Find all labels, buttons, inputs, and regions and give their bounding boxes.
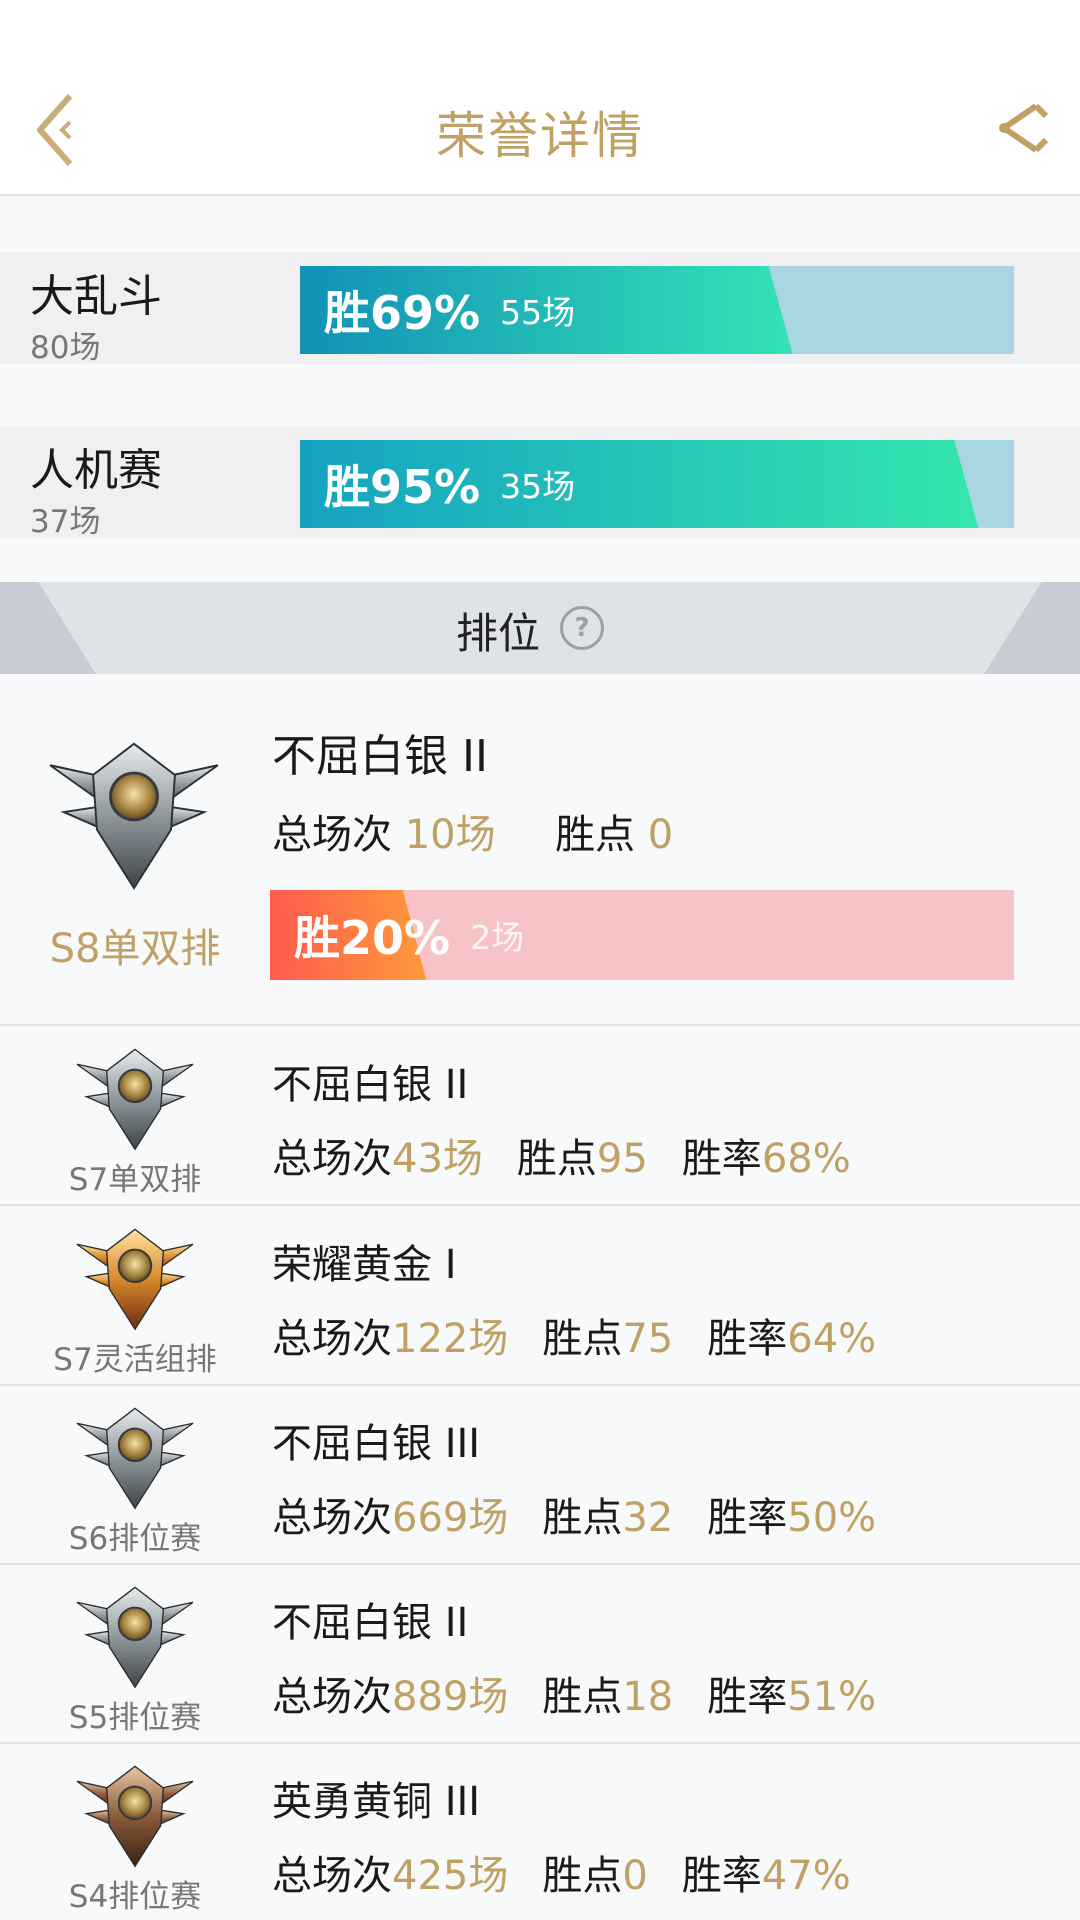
season-history-row[interactable]: S5排位赛 不屈白银 II 总场次889场 胜点18 胜率51%: [0, 1566, 1080, 1744]
win-rate-value: 68%: [761, 1136, 851, 1182]
season-label: S4排位赛: [68, 1879, 202, 1915]
season-stats: 总场次122场 胜点75 胜率64%: [272, 1306, 876, 1364]
win-rate-bar: 胜20% 2场: [270, 890, 1014, 980]
rank-tier: 荣耀黄金 I: [272, 1242, 457, 1288]
mode-total-games: 37场: [30, 504, 101, 540]
season-stats: 总场次889场 胜点18 胜率51%: [272, 1664, 876, 1722]
season-stats: 总场次425场 胜点0 胜率47%: [272, 1843, 851, 1901]
header-corner-decoration: [0, 582, 96, 674]
league-points-label: 胜点: [555, 812, 636, 858]
win-rate-label: 胜95%: [324, 460, 481, 514]
total-games-value: 10场: [404, 812, 496, 858]
league-points-value: 32: [622, 1495, 674, 1541]
silver-rank-badge-icon: [74, 1044, 196, 1152]
season-history-row[interactable]: S7灵活组排 荣耀黄金 I 总场次122场 胜点75 胜率64%: [0, 1208, 1080, 1386]
mode-total-games: 80场: [30, 330, 101, 366]
share-button[interactable]: [996, 98, 1052, 158]
app-header: 荣誉详情: [0, 62, 1080, 196]
league-points-value: 0: [647, 812, 674, 858]
league-points-value: 18: [622, 1674, 674, 1720]
mode-row-coop-vs-ai[interactable]: 人机赛 37场 胜95% 35场: [0, 426, 1080, 540]
season-history-row[interactable]: S6排位赛 不屈白银 III 总场次669场 胜点32 胜率50%: [0, 1387, 1080, 1565]
season-stats: 总场次43场 胜点95 胜率68%: [272, 1126, 851, 1184]
rank-tier: 不屈白银 II: [272, 1600, 469, 1646]
help-icon[interactable]: ?: [560, 606, 604, 650]
gold-rank-badge-icon: [74, 1224, 196, 1332]
total-games-label: 总场次: [272, 1495, 392, 1541]
rank-tier: 英勇黄铜 III: [272, 1779, 481, 1825]
season-label: S7单双排: [68, 1162, 202, 1198]
win-rate-label: 胜20%: [294, 911, 451, 965]
season-stats: 总场次 10场 胜点 0: [272, 802, 673, 860]
bronze-rank-badge-icon: [74, 1761, 196, 1869]
win-rate-bar: 胜69% 55场: [300, 266, 1014, 354]
season-label: S5排位赛: [68, 1700, 202, 1736]
total-games-label: 总场次: [272, 1316, 392, 1362]
season-stats: 总场次669场 胜点32 胜率50%: [272, 1485, 876, 1543]
league-points-label: 胜点: [542, 1674, 623, 1720]
win-rate-label: 胜率: [707, 1674, 788, 1720]
win-rate-label: 胜率: [707, 1316, 788, 1362]
total-games-value: 889场: [392, 1674, 509, 1720]
season-label: S6排位赛: [68, 1521, 202, 1557]
wins-count: 2场: [470, 918, 525, 957]
mode-row-aram[interactable]: 大乱斗 80场 胜69% 55场: [0, 252, 1080, 366]
total-games-value: 669场: [392, 1495, 509, 1541]
league-points-value: 0: [622, 1853, 648, 1899]
rank-tier: 不屈白银 II: [272, 1062, 469, 1108]
total-games-value: 122场: [392, 1316, 509, 1362]
season-label: S8单双排: [49, 926, 221, 972]
season-history-row[interactable]: S4排位赛 英勇黄铜 III 总场次425场 胜点0 胜率47%: [0, 1745, 1080, 1920]
total-games-value: 425场: [392, 1853, 509, 1899]
header-corner-decoration: [984, 582, 1080, 674]
league-points-label: 胜点: [542, 1316, 623, 1362]
rank-tier: 不屈白银 III: [272, 1421, 481, 1467]
wins-count: 55场: [500, 293, 576, 332]
league-points-label: 胜点: [516, 1136, 597, 1182]
mode-name: 人机赛: [30, 445, 162, 496]
silver-rank-badge-icon: [74, 1403, 196, 1511]
win-rate-value: 47%: [761, 1853, 851, 1899]
win-rate-bar: 胜95% 35场: [300, 440, 1014, 528]
total-games-value: 43场: [392, 1136, 483, 1182]
season-history-row[interactable]: S7单双排 不屈白银 II 总场次43场 胜点95 胜率68%: [0, 1028, 1080, 1206]
total-games-label: 总场次: [272, 1674, 392, 1720]
wins-count: 35场: [500, 467, 576, 506]
win-rate-value: 50%: [787, 1495, 877, 1541]
league-points-value: 95: [596, 1136, 648, 1182]
ranked-section-header: 排位 ?: [0, 582, 1080, 674]
page-title: 荣誉详情: [436, 107, 644, 165]
silver-rank-badge-icon: [74, 1582, 196, 1690]
league-points-value: 75: [622, 1316, 674, 1362]
win-rate-label: 胜率: [707, 1495, 788, 1541]
win-rate-value: 64%: [787, 1316, 877, 1362]
total-games-label: 总场次: [272, 812, 392, 858]
silver-rank-badge-icon: [46, 736, 222, 892]
share-icon: [999, 103, 1049, 153]
league-points-label: 胜点: [542, 1495, 623, 1541]
rank-tier: 不屈白银 II: [272, 731, 488, 782]
ranked-title: 排位: [456, 609, 541, 658]
status-bar: [0, 0, 1080, 62]
win-rate-label: 胜率: [681, 1853, 762, 1899]
current-season-card[interactable]: S8单双排 不屈白银 II 总场次 10场 胜点 0 胜20% 2场: [0, 674, 1080, 1026]
win-rate-value: 51%: [787, 1674, 877, 1720]
win-rate-label: 胜率: [681, 1136, 762, 1182]
total-games-label: 总场次: [272, 1853, 392, 1899]
season-label: S7灵活组排: [53, 1342, 217, 1378]
mode-name: 大乱斗: [30, 271, 162, 322]
total-games-label: 总场次: [272, 1136, 392, 1182]
win-rate-label: 胜69%: [324, 286, 481, 340]
league-points-label: 胜点: [542, 1853, 623, 1899]
